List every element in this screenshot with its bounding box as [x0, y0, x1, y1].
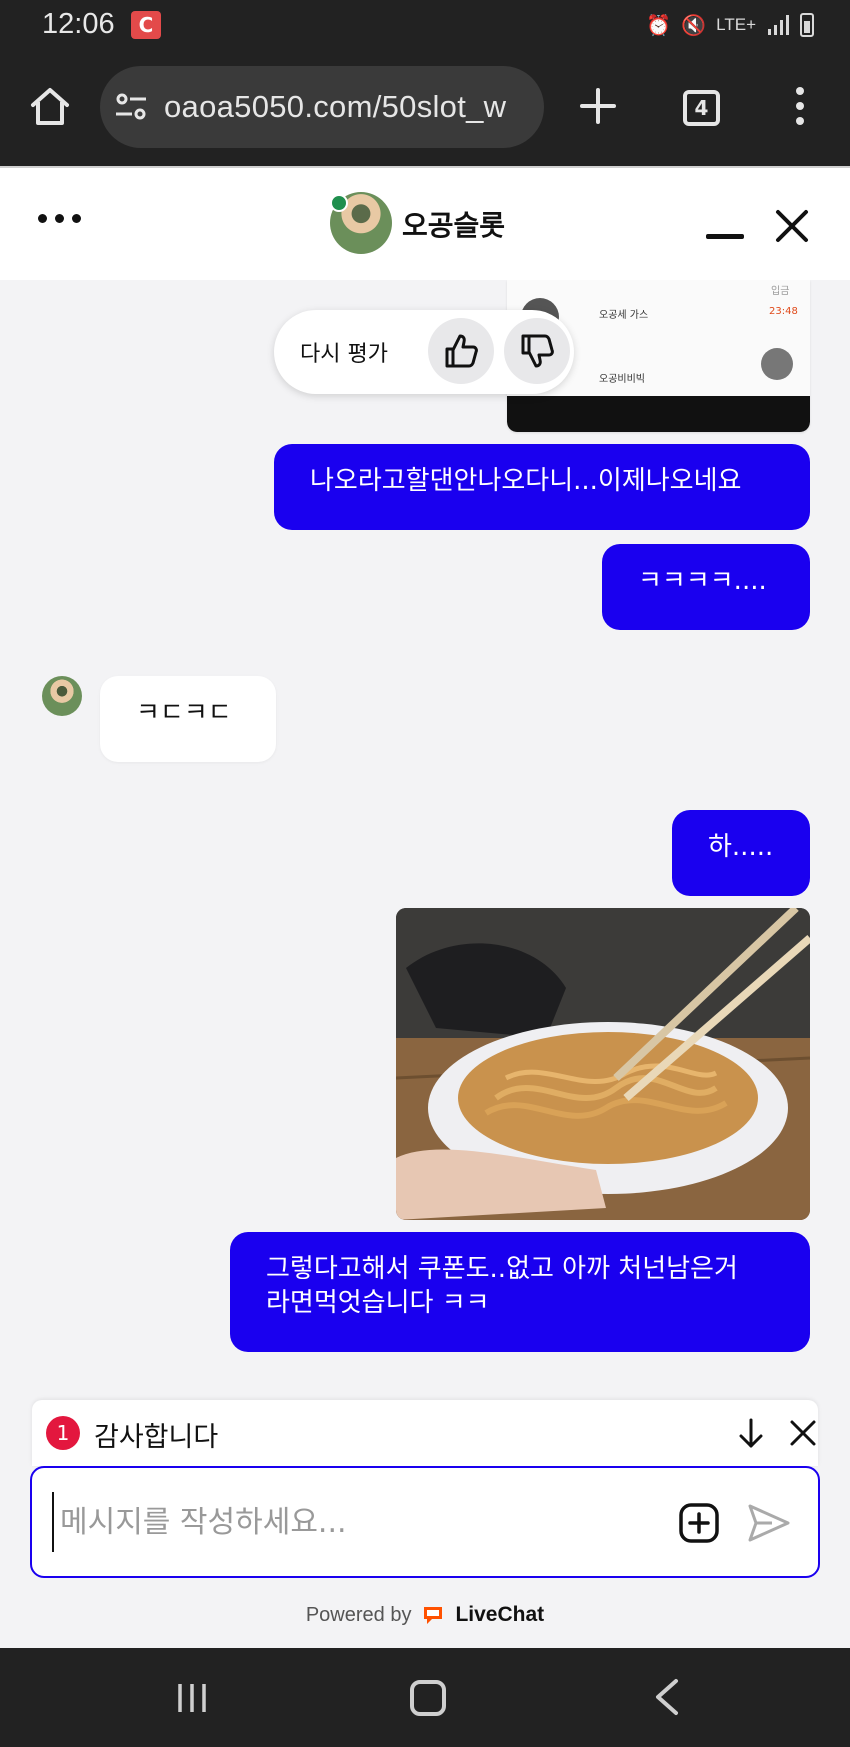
message-input[interactable]: [52, 1492, 652, 1552]
message-composer: [30, 1466, 820, 1578]
close-icon[interactable]: [788, 1418, 818, 1448]
message-image-ramen[interactable]: [396, 908, 810, 1220]
message-bubble-outgoing: 나오라고할댄안나오다니...이제나오네요: [274, 444, 810, 530]
system-nav-bar: [0, 1648, 850, 1747]
thumbs-down-button[interactable]: [504, 318, 570, 384]
scroll-top-icon: [761, 348, 793, 380]
new-tab-icon[interactable]: [578, 86, 618, 126]
arrow-down-icon[interactable]: [734, 1416, 768, 1450]
prev-row-2: 오공비비빅: [599, 374, 645, 385]
mute-icon: 🔇: [681, 13, 707, 37]
app-notification-icon: C: [131, 11, 161, 39]
attach-icon[interactable]: [678, 1502, 720, 1544]
rating-label: 다시 평가: [300, 342, 388, 367]
prev-row-1-time: 23:48: [769, 306, 798, 317]
new-message-notification[interactable]: 1 감사합니다: [32, 1400, 818, 1466]
system-home-icon[interactable]: [410, 1680, 446, 1716]
message-line: 그렇다고해서 쿠폰도..없고 아까 처넌남은거: [266, 1254, 738, 1284]
livechat-brand: LiveChat: [455, 1603, 545, 1626]
minimize-icon[interactable]: [706, 234, 744, 239]
more-options-icon[interactable]: [38, 214, 82, 228]
address-bar[interactable]: oaoa5050.com/50slot_w: [100, 66, 544, 148]
unread-count-badge: 1: [46, 1416, 80, 1450]
agent-name: 오공슬롯: [402, 209, 506, 242]
chat-header: 오공슬롯: [0, 166, 850, 280]
signal-icon: [768, 15, 789, 35]
powered-by-text: Powered by: [305, 1603, 412, 1626]
battery-icon: [800, 13, 814, 37]
message-bubble-outgoing: 하.....: [672, 810, 810, 896]
thumbs-up-icon: [445, 334, 478, 368]
site-settings-icon[interactable]: [114, 90, 148, 124]
url-text: oaoa5050.com/50slot_w: [164, 89, 507, 124]
status-bar: 12:06 C ⏰ 🔇 LTE+: [0, 0, 850, 50]
notification-text: 감사합니다: [94, 1422, 219, 1453]
message-bubble-incoming: ㅋㄷㅋㄷ: [100, 676, 276, 762]
recent-apps-icon[interactable]: [176, 1682, 208, 1714]
close-icon[interactable]: [774, 208, 810, 244]
livechat-logo-icon: [424, 1607, 443, 1624]
agent-avatar-small: [42, 676, 82, 716]
send-icon[interactable]: [746, 1500, 792, 1546]
message-bubble-outgoing: ㅋㅋㅋㅋ....: [602, 544, 810, 630]
thumbs-up-button[interactable]: [428, 318, 494, 384]
status-icons: ⏰ 🔇 LTE+: [646, 8, 814, 42]
status-time: 12:06: [42, 8, 115, 40]
browser-toolbar: oaoa5050.com/50slot_w 4: [0, 50, 850, 166]
prev-row-1: 오공세 가스: [599, 310, 649, 321]
menu-icon[interactable]: [788, 86, 812, 126]
message-bubble-outgoing: 그렇다고해서 쿠폰도..없고 아까 처넌남은거 라면먹엇습니다 ㅋㅋ: [230, 1232, 810, 1352]
rating-widget: 다시 평가: [274, 310, 574, 394]
alarm-icon: ⏰: [646, 13, 672, 37]
tabs-icon[interactable]: 4: [683, 90, 720, 126]
powered-by[interactable]: Powered by LiveChat: [0, 1598, 850, 1632]
network-type: LTE+: [716, 15, 756, 34]
back-icon[interactable]: [652, 1678, 682, 1716]
online-status-dot: [330, 194, 348, 212]
ramen-photo-graphic: [396, 908, 810, 1220]
message-line: 라면먹엇습니다 ㅋㅋ: [266, 1288, 490, 1318]
prev-label: 입금: [771, 286, 790, 297]
thumbs-down-icon: [521, 334, 554, 368]
home-icon[interactable]: [28, 84, 72, 128]
prev-navbar: [507, 396, 810, 432]
